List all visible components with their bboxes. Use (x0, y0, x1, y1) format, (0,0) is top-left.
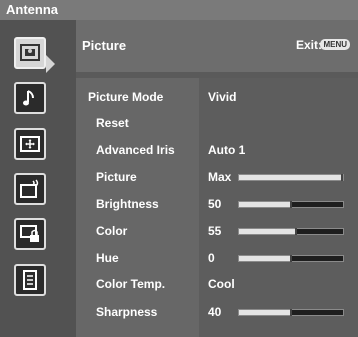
setting-value: Auto 1 (208, 143, 246, 157)
slider-fill (239, 175, 343, 180)
category-sidebar (0, 20, 76, 337)
source-label: Antenna (6, 2, 58, 17)
setting-value: 55 (208, 224, 222, 238)
setting-value: Cool (208, 277, 235, 291)
slider-fill (239, 229, 297, 234)
setting-label: Picture (96, 170, 137, 184)
tv-menu-screen: Antenna Picture Exit: MENU Picture Mode V… (0, 0, 358, 337)
setting-label: Color (96, 224, 128, 238)
setting-label: Advanced Iris (96, 143, 175, 157)
setting-value: 40 (208, 305, 222, 319)
level-slider[interactable] (238, 309, 344, 316)
slider-thumb[interactable] (290, 309, 292, 316)
exit-hint: Exit: (295, 38, 322, 52)
setting-row-reset[interactable]: Reset (76, 110, 358, 136)
setting-value: Max (208, 170, 232, 184)
selection-pointer (46, 55, 55, 73)
slider-fill (239, 202, 291, 207)
setting-label: Brightness (96, 197, 159, 211)
setting-label: Color Temp. (96, 277, 166, 291)
setting-row-picture[interactable]: Picture Max (76, 164, 358, 190)
source-bar: Antenna (0, 0, 358, 20)
setting-row-color[interactable]: Color 55 (76, 218, 358, 244)
setting-row-advanced-iris[interactable]: Advanced Iris Auto 1 (76, 137, 358, 163)
slider-thumb[interactable] (290, 201, 292, 208)
slider-thumb[interactable] (341, 174, 343, 181)
section-title: Picture (82, 38, 127, 53)
section-header: Picture Exit: MENU (76, 20, 358, 72)
setting-value: 50 (208, 197, 222, 211)
setting-row-sharpness[interactable]: Sharpness 40 (76, 299, 358, 325)
slider-thumb[interactable] (295, 228, 298, 235)
setting-row-hue[interactable]: Hue 0 (76, 245, 358, 271)
lock-icon[interactable] (14, 218, 46, 250)
level-slider[interactable] (238, 174, 344, 181)
music-note-icon[interactable] (14, 82, 46, 114)
setting-value: 0 (208, 251, 215, 265)
setting-value: Vivid (208, 90, 237, 104)
screen-adjust-icon[interactable] (14, 128, 46, 160)
setting-label: Hue (96, 251, 119, 265)
slider-fill (239, 256, 291, 261)
menu-key-badge[interactable]: MENU (320, 39, 350, 50)
level-slider[interactable] (238, 255, 344, 262)
list-icon[interactable] (14, 264, 46, 296)
setting-row-brightness[interactable]: Brightness 50 (76, 191, 358, 217)
level-slider[interactable] (238, 201, 344, 208)
setting-row-picture-mode[interactable]: Picture Mode Vivid (76, 84, 358, 110)
settings-list: Picture Mode Vivid Reset Advanced Iris Auto … (76, 78, 358, 337)
setting-label: Reset (96, 116, 129, 130)
slider-fill (239, 310, 291, 315)
setting-label: Picture Mode (88, 90, 164, 104)
tv-setup-icon[interactable] (14, 173, 46, 205)
setting-label: Sharpness (96, 305, 158, 319)
setting-row-color-temp[interactable]: Color Temp. Cool (76, 271, 358, 297)
picture-icon[interactable] (14, 37, 46, 69)
level-slider[interactable] (238, 228, 344, 235)
slider-thumb[interactable] (290, 255, 292, 262)
